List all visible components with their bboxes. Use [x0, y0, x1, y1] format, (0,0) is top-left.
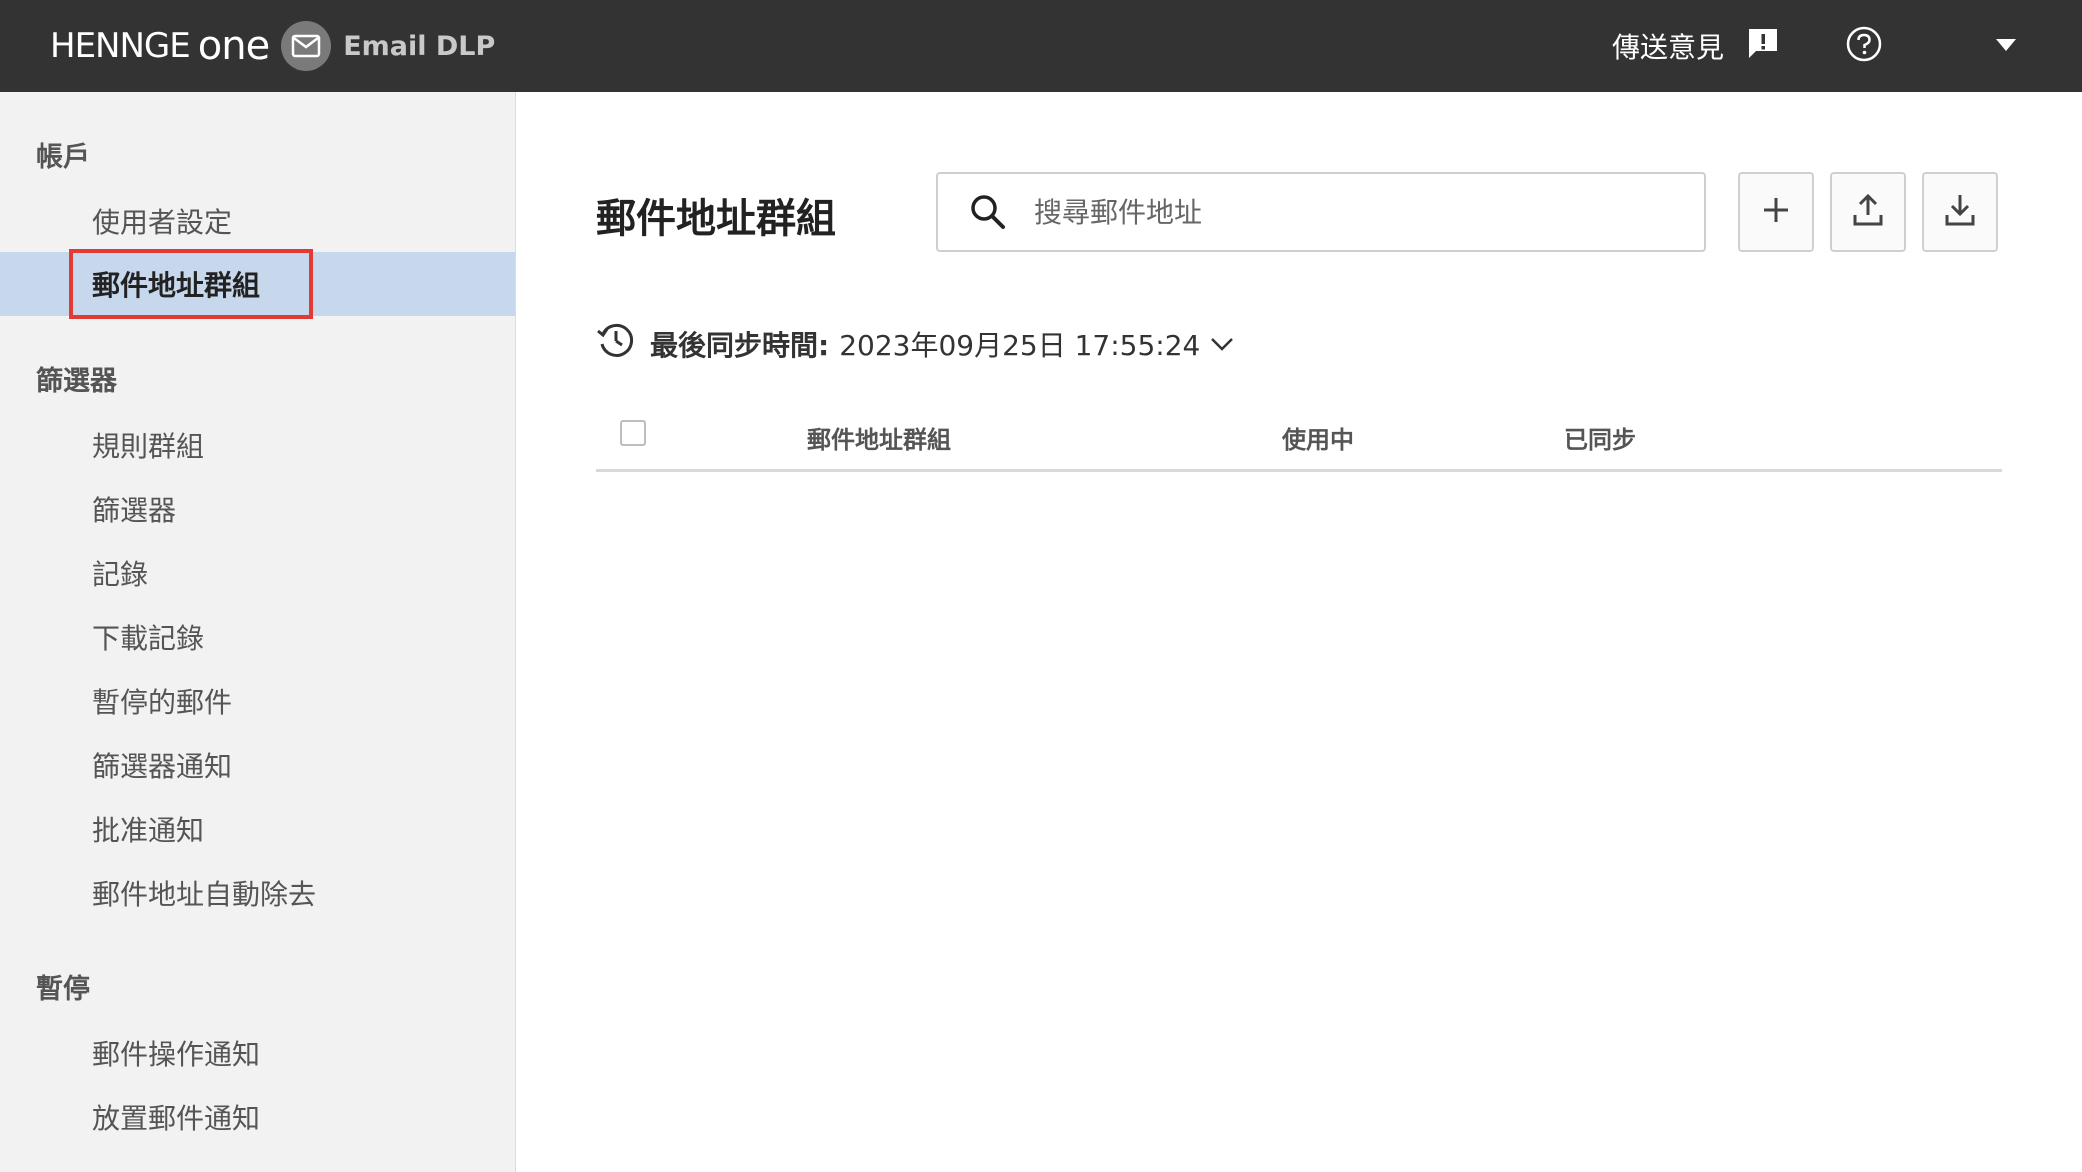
sidebar-item-mail-operation-notifications[interactable]: 郵件操作通知	[0, 1021, 515, 1085]
help-circle-icon	[1845, 25, 1883, 67]
last-sync-value: 2023年09月25日 17:55:24	[839, 328, 1201, 362]
search-box[interactable]	[936, 172, 1706, 252]
column-header-in-use[interactable]: 使用中	[1282, 420, 1354, 455]
sidebar-item-hold-mail-notifications[interactable]: 放置郵件通知	[0, 1085, 515, 1149]
sidebar-item-filters[interactable]: 篩選器	[0, 477, 515, 541]
last-sync-label: 最後同步時間:	[650, 328, 830, 362]
page-title: 郵件地址群組	[596, 196, 836, 242]
column-header-group[interactable]: 郵件地址群組	[807, 420, 951, 455]
feedback-label: 傳送意見	[1611, 31, 1724, 64]
table-header: 郵件地址群組 使用中 已同步	[596, 410, 2002, 472]
upload-button[interactable]	[1830, 172, 1906, 252]
sidebar: 帳戶 使用者設定 郵件地址群組 篩選器 規則群組 篩選器 記錄 下載記錄 暫停的…	[0, 92, 516, 1172]
download-icon	[1944, 193, 1976, 231]
sidebar-item-user-settings[interactable]: 使用者設定	[0, 189, 515, 253]
brand-wordmark-one: one	[197, 23, 270, 69]
sidebar-item-address-groups[interactable]: 郵件地址群組	[0, 252, 515, 316]
top-bar: HENNGE one Email DLP 傳送意見	[0, 0, 2082, 92]
plus-icon	[1761, 195, 1791, 229]
sidebar-item-download-logs[interactable]: 下載記錄	[0, 605, 515, 669]
sidebar-section-filters: 篩選器	[36, 366, 117, 397]
sidebar-item-filter-notifications[interactable]: 篩選器通知	[0, 733, 515, 797]
download-button[interactable]	[1922, 172, 1998, 252]
brand-logo[interactable]: HENNGE one Email DLP	[50, 21, 495, 71]
help-button[interactable]	[1844, 26, 1884, 66]
mail-icon	[281, 21, 332, 71]
sync-clock-icon	[596, 320, 636, 367]
feedback-icon	[1746, 26, 1780, 67]
search-input[interactable]	[1034, 195, 1674, 229]
caret-down-icon	[1995, 37, 2017, 56]
sidebar-item-suspended-mail[interactable]: 暫停的郵件	[0, 669, 515, 733]
account-menu-button[interactable]	[1994, 34, 2018, 58]
search-icon	[968, 192, 1008, 232]
add-button[interactable]	[1738, 172, 1814, 252]
brand-wordmark: HENNGE	[50, 26, 191, 66]
product-name: Email DLP	[343, 30, 496, 62]
select-all-checkbox[interactable]	[620, 420, 646, 446]
sidebar-section-account: 帳戶	[36, 142, 90, 173]
sidebar-section-suspend: 暫停	[36, 974, 90, 1005]
column-header-synced[interactable]: 已同步	[1564, 420, 1636, 455]
sidebar-item-logs[interactable]: 記錄	[0, 541, 515, 605]
upload-icon	[1852, 193, 1884, 231]
sidebar-item-approval-notifications[interactable]: 批准通知	[0, 797, 515, 861]
last-sync-row: 最後同步時間: 2023年09月25日 17:55:24	[596, 320, 1234, 367]
feedback-button[interactable]: 傳送意見	[1612, 26, 1780, 67]
chevron-down-icon[interactable]	[1210, 336, 1234, 352]
sidebar-item-auto-remove-addresses[interactable]: 郵件地址自動除去	[0, 861, 515, 925]
sidebar-item-rule-groups[interactable]: 規則群組	[0, 413, 515, 477]
